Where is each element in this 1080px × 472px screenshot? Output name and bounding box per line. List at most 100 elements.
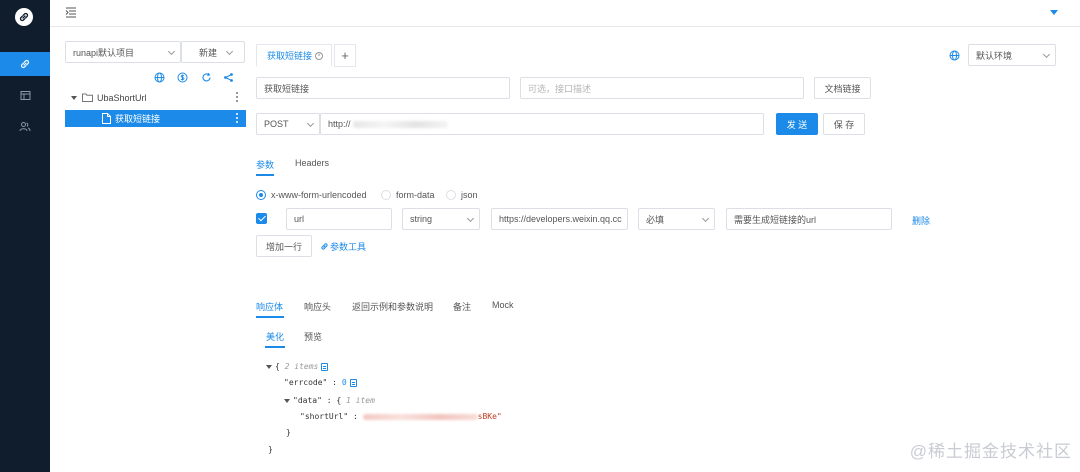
- param-tool-link[interactable]: 参数工具: [320, 240, 366, 253]
- api-name-input[interactable]: 获取短链接: [256, 77, 510, 99]
- active-tab-indicator: [256, 174, 274, 176]
- tree-folder[interactable]: UbaShortUrl: [65, 89, 246, 106]
- api-description-input[interactable]: 可选，接口描述: [520, 77, 804, 99]
- delete-param-link[interactable]: 删除: [912, 214, 930, 227]
- json-root-meta: 2 items: [284, 362, 319, 371]
- tab-title: 获取短链接: [267, 51, 313, 61]
- url-input[interactable]: http://: [320, 113, 764, 135]
- tab-headers[interactable]: Headers: [295, 158, 329, 168]
- add-tab-button[interactable]: +: [334, 44, 356, 67]
- copy-icon[interactable]: [349, 378, 357, 387]
- globe-icon[interactable]: [153, 71, 165, 83]
- document-icon: [102, 113, 111, 124]
- param-type-select[interactable]: string: [402, 208, 480, 230]
- new-button[interactable]: 新建: [181, 41, 245, 63]
- radio-dot: [381, 190, 391, 200]
- chevron-down-icon: [466, 214, 475, 223]
- radio-urlencoded-label: x-www-form-urlencoded: [271, 190, 367, 200]
- param-tool-label: 参数工具: [330, 242, 367, 252]
- dollar-icon[interactable]: [176, 71, 188, 83]
- globe-icon[interactable]: [949, 50, 960, 61]
- project-select[interactable]: runapi默认项目: [65, 41, 181, 63]
- param-description-input[interactable]: 需要生成短链接的url: [726, 208, 892, 230]
- user-dropdown-icon[interactable]: [1050, 10, 1058, 15]
- doc-link-button[interactable]: 文档链接: [814, 77, 871, 99]
- tab-preview[interactable]: 预览: [304, 330, 322, 343]
- active-tab-indicator: [256, 316, 284, 318]
- tab-params[interactable]: 参数: [256, 158, 274, 171]
- send-button[interactable]: 发 送: [776, 113, 818, 135]
- param-key-input[interactable]: url: [286, 208, 392, 230]
- tab-pretty[interactable]: 美化: [266, 330, 284, 343]
- chevron-down-icon: [1042, 50, 1051, 59]
- top-bar: [50, 0, 1080, 27]
- tab-response-headers[interactable]: 响应头: [304, 300, 331, 313]
- tree-folder-label: UbaShortUrl: [97, 92, 147, 103]
- radio-urlencoded[interactable]: x-www-form-urlencoded: [256, 190, 367, 200]
- api-name-value: 获取短链接: [264, 83, 310, 94]
- json-data-open: {: [336, 396, 342, 405]
- collapse-icon[interactable]: [266, 364, 272, 369]
- json-colon: :: [348, 412, 363, 421]
- json-data-meta: 1 item: [346, 396, 375, 405]
- param-enabled-checkbox[interactable]: [256, 213, 267, 224]
- copy-icon[interactable]: [321, 362, 329, 371]
- watermark: @稀土掘金技术社区: [909, 442, 1072, 461]
- caret-down-icon: [71, 95, 77, 100]
- users-icon: [19, 121, 31, 131]
- tab-get-short-link[interactable]: 获取短链接 ×: [256, 44, 332, 67]
- tree-item-selected[interactable]: 获取短链接: [65, 110, 246, 127]
- json-close-inner: }: [286, 428, 291, 437]
- param-required-select[interactable]: 必填: [638, 208, 715, 230]
- nav-api[interactable]: [0, 52, 50, 76]
- share-icon[interactable]: [222, 71, 234, 83]
- radio-json[interactable]: json: [446, 190, 478, 200]
- param-value-input[interactable]: https://developers.weixin.qq.cc: [491, 208, 628, 230]
- environment-value: 默认环境: [976, 50, 1013, 61]
- radio-form-data-label: form-data: [396, 190, 435, 200]
- json-errcode-value: 0: [341, 378, 347, 387]
- json-shorturl-tail: sBKe": [477, 412, 502, 421]
- json-colon: :: [327, 378, 342, 387]
- menu-toggle-icon[interactable]: [65, 6, 77, 18]
- active-tab-indicator: [265, 346, 285, 348]
- save-button[interactable]: 保 存: [823, 113, 865, 135]
- json-open-brace: {: [275, 362, 280, 371]
- param-description-value: 需要生成短链接的url: [734, 214, 817, 225]
- close-icon[interactable]: ×: [315, 52, 323, 60]
- more-icon[interactable]: [236, 113, 238, 125]
- json-shorturl-line: "shortUrl" : sBKe": [300, 412, 502, 421]
- nav-team[interactable]: [0, 114, 50, 138]
- collapse-icon[interactable]: [284, 398, 290, 403]
- chevron-down-icon: [701, 214, 710, 223]
- link-logo-icon[interactable]: [15, 8, 33, 26]
- project-sidebar: runapi默认项目 新建 UbaShortUrl 获取短链接: [50, 27, 246, 472]
- tab-response-examples[interactable]: 返回示例和参数说明: [352, 300, 433, 313]
- environment-select[interactable]: 默认环境: [968, 44, 1056, 66]
- new-button-label: 新建: [199, 47, 218, 58]
- icon-rail: [0, 0, 50, 472]
- url-value: http://: [328, 119, 351, 129]
- json-root-line: { 2 items: [266, 362, 329, 371]
- radio-dot: [446, 190, 456, 200]
- api-description-placeholder: 可选，接口描述: [528, 83, 592, 94]
- add-row-button[interactable]: 增加一行: [256, 235, 312, 257]
- refresh-icon[interactable]: [200, 71, 212, 83]
- json-shorturl-key: "shortUrl": [300, 412, 349, 421]
- radio-form-data[interactable]: form-data: [381, 190, 435, 200]
- chevron-down-icon: [167, 47, 176, 56]
- json-data-key: "data": [293, 396, 322, 405]
- chevron-down-icon: [225, 47, 234, 56]
- json-errcode-line: "errcode" : 0: [284, 378, 357, 387]
- link-icon: [321, 243, 328, 250]
- folder-icon: [82, 93, 93, 102]
- tab-response-mock[interactable]: Mock: [492, 300, 514, 310]
- param-value: https://developers.weixin.qq.cc: [499, 214, 622, 224]
- method-select[interactable]: POST: [256, 113, 320, 135]
- tab-response-notes[interactable]: 备注: [453, 300, 471, 313]
- nav-pages[interactable]: [0, 83, 50, 107]
- json-close-outer: }: [268, 445, 273, 454]
- tab-response-body[interactable]: 响应体: [256, 300, 283, 313]
- json-errcode-key: "errcode": [284, 378, 328, 387]
- more-icon[interactable]: [236, 92, 238, 104]
